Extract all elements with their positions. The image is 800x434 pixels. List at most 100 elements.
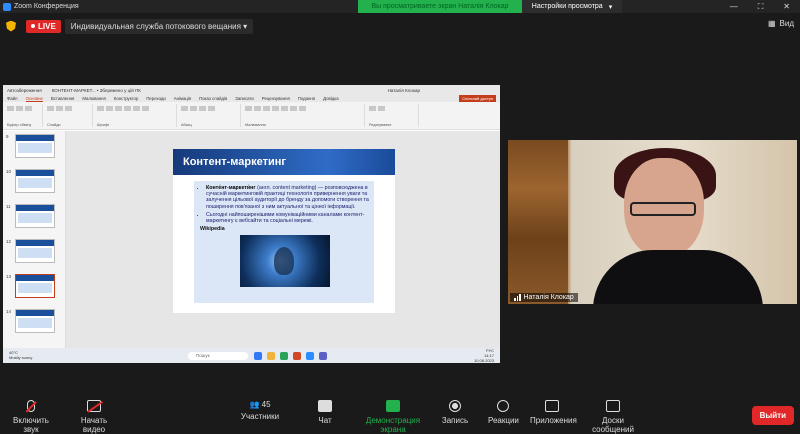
- smiley-icon: [497, 400, 509, 412]
- slide-thumbnail[interactable]: [15, 309, 55, 333]
- tab-insert[interactable]: Вставлення: [51, 96, 74, 101]
- slide-bullet-2: Сьогодні найпоширенішими комунікаційними…: [206, 212, 370, 224]
- chevron-down-icon: ▾: [243, 21, 248, 31]
- chevron-down-icon: ▾: [608, 3, 613, 11]
- shared-screen[interactable]: Автозбереження КОНТЕНТ-МАРКЕТ... • Збере…: [3, 85, 500, 363]
- whiteboard-icon: [606, 400, 620, 412]
- app-icon[interactable]: [280, 351, 288, 360]
- share-screen-button[interactable]: Демонстрация экрана: [355, 400, 431, 434]
- video-shelf: [508, 140, 568, 304]
- apps-button[interactable]: Приложения: [530, 400, 577, 425]
- unmute-button[interactable]: Включить звук: [8, 400, 54, 434]
- coshare-button[interactable]: Спільний доступ: [459, 95, 496, 102]
- reactions-label: Реакции: [488, 416, 519, 425]
- leave-button[interactable]: Выйти: [751, 406, 794, 425]
- ribbon-group-paragraph: Абзац: [181, 104, 241, 127]
- stream-selector[interactable]: Индивидуальная служба потокового вещания…: [64, 18, 254, 34]
- share-banner-text: Вы просматриваете экран Наталія Клокар: [371, 3, 509, 10]
- view-button[interactable]: ▦ Вид: [768, 19, 794, 28]
- slide-content: Конте́нт-маркети́нг (англ. content marke…: [194, 181, 374, 303]
- slide-thumbnail[interactable]: [15, 169, 55, 193]
- zoom-logo-icon: [3, 2, 11, 11]
- taskbar-search[interactable]: Пошук: [188, 351, 248, 360]
- ribbon-group-editing: Редагування: [369, 104, 419, 127]
- close-icon[interactable]: ✕: [783, 2, 790, 11]
- maximize-icon[interactable]: ⛶: [758, 2, 764, 12]
- audio-level-icon: [514, 294, 521, 301]
- slide-thumbnail[interactable]: [15, 239, 55, 263]
- video-person-glasses: [630, 202, 696, 216]
- tab-help[interactable]: Довідка: [323, 96, 338, 101]
- taskbar-tray: РУС 14:17 10.08.2023: [474, 348, 500, 363]
- participant-name-tag: Наталія Клокар: [510, 293, 578, 302]
- slide-bullet-1: Конте́нт-маркети́нг (англ. content marke…: [206, 185, 370, 210]
- ribbon-tabs: Файл Основне Вставлення Малювання Констр…: [3, 95, 500, 102]
- tab-view[interactable]: Подання: [298, 96, 315, 101]
- reactions-button[interactable]: Реакции: [488, 400, 519, 425]
- record-icon: [449, 400, 461, 412]
- app-icon[interactable]: [319, 351, 327, 360]
- tab-design[interactable]: Конструктор: [114, 96, 139, 101]
- thumb-number: 9: [6, 134, 9, 139]
- tab-review[interactable]: Рецензування: [262, 96, 290, 101]
- tab-slideshow[interactable]: Показ слайдів: [199, 96, 227, 101]
- participant-name: Наталія Клокар: [523, 294, 574, 301]
- folder-icon[interactable]: [267, 351, 275, 360]
- chat-button[interactable]: Чат: [315, 400, 335, 425]
- share-screen-icon: [386, 400, 400, 412]
- slide-thumbnails-pane[interactable]: 9 10 11 12 13 14: [3, 131, 66, 350]
- start-video-label: Начать видео: [80, 416, 108, 434]
- minimize-icon[interactable]: —: [730, 2, 738, 11]
- slide-thumbnail[interactable]: [15, 204, 55, 228]
- view-settings-label: Настройки просмотра: [531, 3, 603, 10]
- whiteboards-button[interactable]: Доски сообщений: [583, 400, 643, 434]
- whiteboards-label: Доски сообщений: [592, 416, 634, 434]
- meeting-topbar: LIVE Индивидуальная служба потокового ве…: [0, 15, 800, 37]
- ribbon-group-drawing: Малювання: [245, 104, 365, 127]
- slide-canvas[interactable]: Контент-маркетинг Конте́нт-маркети́нг (а…: [66, 131, 500, 350]
- weather-widget[interactable]: 40°C Mostly sunny: [9, 350, 32, 360]
- record-button[interactable]: Запись: [441, 400, 469, 425]
- participants-button[interactable]: 👥 45 Участники: [240, 400, 280, 421]
- view-label: Вид: [779, 19, 794, 28]
- record-label: Запись: [441, 416, 469, 425]
- tab-transitions[interactable]: Переходи: [146, 96, 165, 101]
- app-icon[interactable]: [254, 351, 262, 360]
- chat-icon: [318, 400, 332, 412]
- current-slide[interactable]: Контент-маркетинг Конте́нт-маркети́нг (а…: [173, 149, 395, 313]
- security-shield-icon[interactable]: [6, 20, 16, 32]
- unmute-label: Включить звук: [13, 416, 49, 434]
- ribbon-group-font: Шрифт: [97, 104, 177, 127]
- powerpoint-icon[interactable]: [293, 351, 301, 360]
- participants-label: Участники: [240, 412, 280, 421]
- tab-draw[interactable]: Малювання: [82, 96, 105, 101]
- slide-image: [240, 235, 330, 288]
- chat-label: Чат: [318, 416, 332, 425]
- start-video-button[interactable]: Начать видео: [70, 400, 118, 434]
- thumb-number: 12: [6, 239, 12, 244]
- document-title: КОНТЕНТ-МАРКЕТ... • Збережено у цій ПК: [51, 87, 141, 93]
- tab-animation[interactable]: Анімація: [174, 96, 191, 101]
- zoom-icon[interactable]: [306, 351, 314, 360]
- view-settings-button[interactable]: Настройки просмотра ▾: [522, 0, 622, 13]
- share-banner: Вы просматриваете экран Наталія Клокар: [358, 0, 522, 13]
- slide-thumbnail-selected[interactable]: [15, 274, 55, 298]
- taskbar-apps: [254, 351, 327, 360]
- apps-icon: [545, 400, 559, 412]
- thumb-number: 11: [6, 204, 11, 209]
- pp-user-name: Наталія Клокар: [387, 87, 420, 93]
- camera-off-icon: [87, 400, 101, 412]
- slide-source: Wikipedia: [200, 226, 225, 233]
- tab-home[interactable]: Основне: [25, 96, 43, 102]
- autosave-label: Автозбереження: [7, 87, 42, 93]
- live-badge[interactable]: LIVE: [26, 19, 61, 33]
- window-title: Zoom Конференция: [14, 3, 79, 10]
- powerpoint-titlebar: Автозбереження КОНТЕНТ-МАРКЕТ... • Збере…: [3, 85, 500, 95]
- tab-record[interactable]: Записати: [235, 96, 254, 101]
- thumb-number: 14: [6, 309, 12, 314]
- slide-thumbnail[interactable]: [15, 134, 55, 158]
- tab-file[interactable]: Файл: [7, 96, 18, 101]
- participant-video[interactable]: Наталія Клокар: [508, 140, 797, 304]
- thumb-number: 10: [6, 169, 12, 174]
- slide-title: Контент-маркетинг: [173, 149, 395, 175]
